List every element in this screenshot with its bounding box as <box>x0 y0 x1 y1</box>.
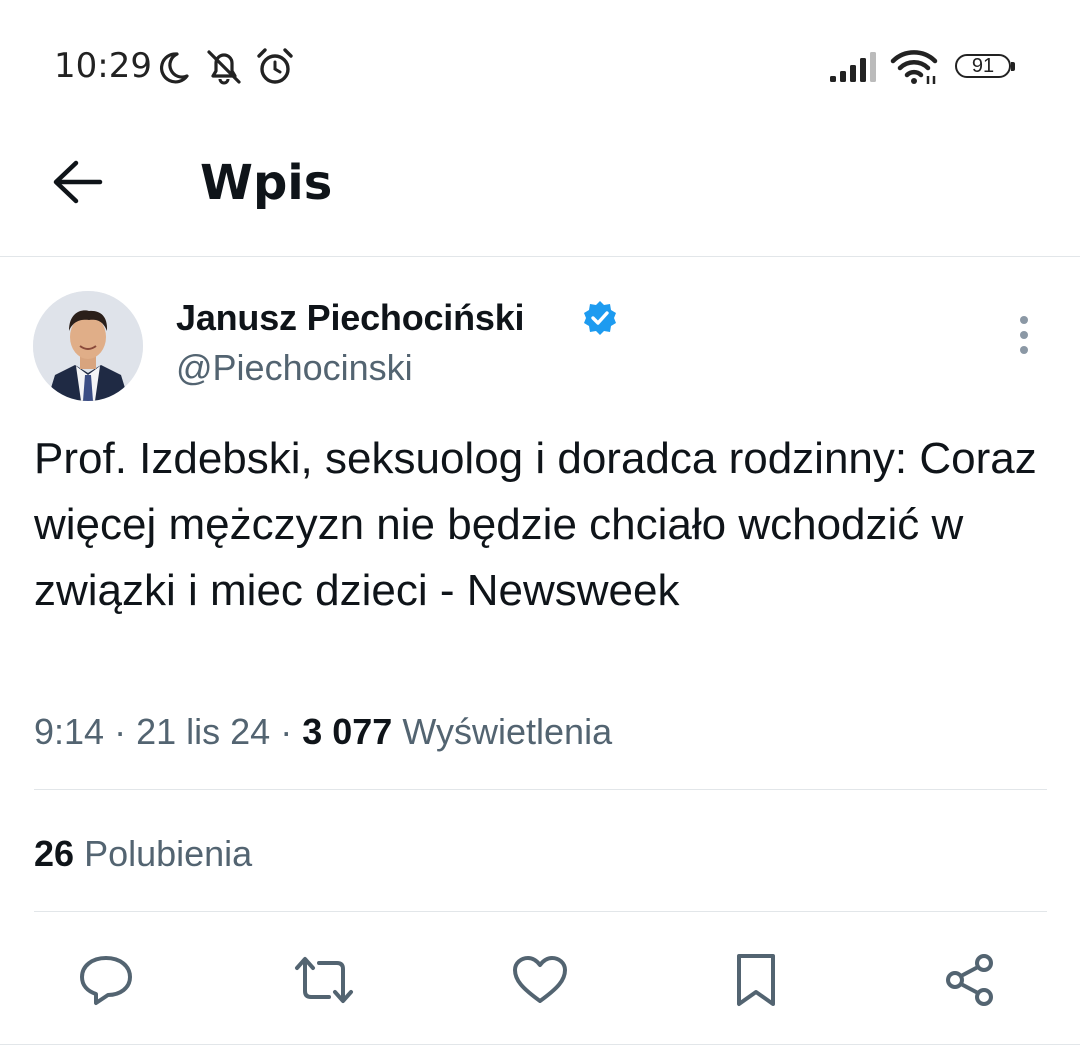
page-title: Wpis <box>200 155 333 211</box>
signal-icon <box>830 52 876 82</box>
post-time: 9:14 <box>34 711 105 752</box>
bookmark-button[interactable] <box>724 948 788 1012</box>
moon-icon <box>160 52 189 84</box>
share-icon <box>946 954 993 1006</box>
meta-divider <box>34 789 1047 790</box>
views-count: 3 077 <box>302 711 393 752</box>
bookmark-icon <box>737 954 775 1006</box>
more-vertical-icon[interactable] <box>1014 314 1034 356</box>
status-time: 10:29 <box>54 46 152 86</box>
post-text: Prof. Izdebski, seksuolog i doradca rodz… <box>34 434 1037 615</box>
back-arrow-icon[interactable] <box>50 158 104 206</box>
likes-count: 26 <box>34 833 75 874</box>
bell-off-icon <box>207 50 241 85</box>
bottom-divider <box>0 1044 1080 1045</box>
avatar-image <box>33 291 143 401</box>
verified-badge-icon <box>584 301 616 335</box>
wifi-icon <box>890 50 938 84</box>
like-button[interactable] <box>508 948 572 1012</box>
alarm-icon <box>257 48 293 84</box>
likes-divider <box>34 911 1047 912</box>
author-name[interactable]: Janusz Piechociński <box>176 292 525 344</box>
share-button[interactable] <box>938 948 1002 1012</box>
repost-icon <box>295 957 353 1003</box>
repost-button[interactable] <box>292 948 356 1012</box>
reply-button[interactable] <box>74 948 138 1012</box>
meta-separator: · <box>280 711 293 752</box>
battery-icon: 91 <box>955 54 1015 80</box>
reply-icon <box>80 956 132 1005</box>
views-label: Wyświetlenia <box>402 711 613 752</box>
likes-label: Polubienia <box>84 833 253 874</box>
meta-separator: · <box>114 711 127 752</box>
author-handle[interactable]: @Piechocinski <box>176 343 413 393</box>
header-divider <box>0 256 1080 257</box>
post-date: 21 lis 24 <box>136 711 271 752</box>
battery-level: 91 <box>971 55 995 77</box>
post-meta: 9:14 · 21 lis 24 · 3 077 Wyświetlenia <box>34 706 612 758</box>
like-icon <box>513 956 567 1003</box>
avatar[interactable] <box>33 291 143 401</box>
likes-row[interactable]: 26 Polubienia <box>34 828 252 880</box>
